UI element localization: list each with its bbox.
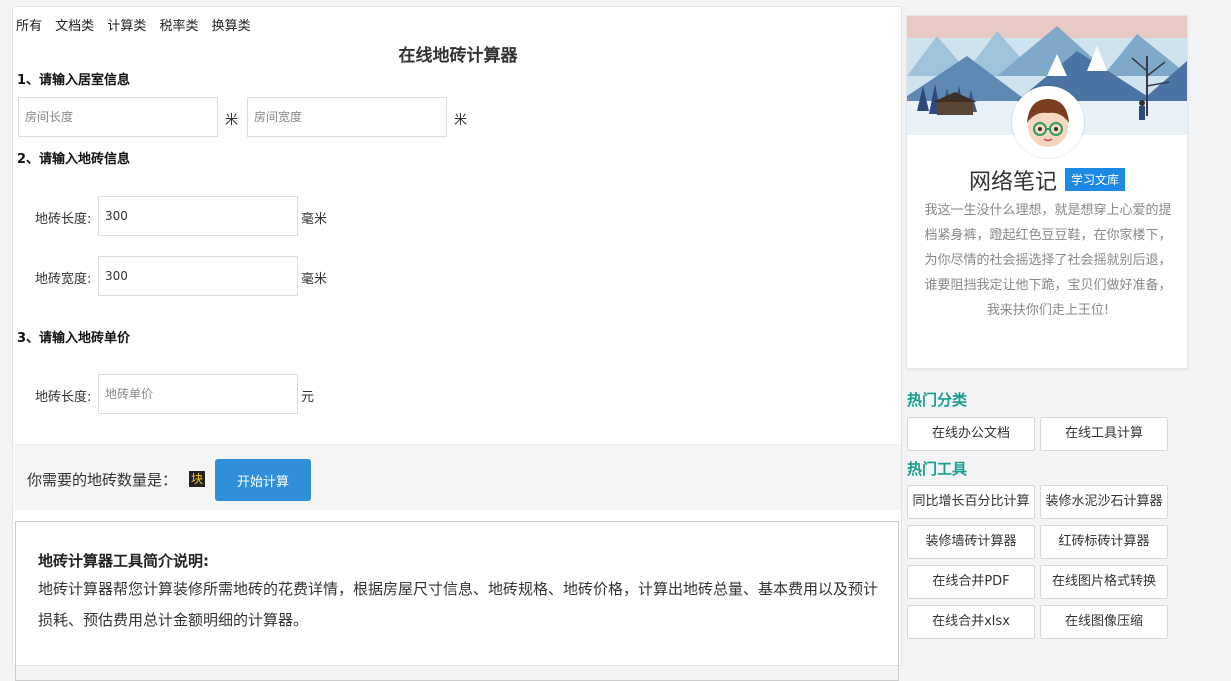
nav-item-tax[interactable]: 税率类 bbox=[159, 19, 198, 34]
tile-length-input[interactable] bbox=[98, 196, 298, 236]
section1-heading: 1、请输入居室信息 bbox=[17, 73, 131, 88]
intro-heading: 地砖计算器工具简介说明: bbox=[38, 552, 209, 570]
section2-heading: 2、请输入地砖信息 bbox=[17, 152, 131, 167]
hot-tool-image-compress[interactable]: 在线图像压缩 bbox=[1040, 605, 1168, 639]
intro-box: 地砖计算器工具简介说明: 地砖计算器帮您计算装修所需地砖的花费详情，根据房屋尺寸… bbox=[15, 521, 899, 681]
main-panel: 所有 文档类 计算类 税率类 换算类 在线地砖计算器 1、请输入居室信息 米 米… bbox=[12, 6, 902, 681]
tile-width-input[interactable] bbox=[98, 256, 298, 296]
hot-category-office-docs[interactable]: 在线办公文档 bbox=[907, 417, 1035, 451]
room-width-unit: 米 bbox=[454, 113, 468, 128]
result-text: 你需要的地砖数量是： bbox=[27, 471, 178, 489]
room-length-input[interactable] bbox=[18, 97, 218, 137]
nav-item-document[interactable]: 文档类 bbox=[55, 19, 94, 34]
tile-length-label: 地砖长度: bbox=[35, 212, 92, 227]
hot-category-tool-calc[interactable]: 在线工具计算 bbox=[1040, 417, 1168, 451]
room-width-input[interactable] bbox=[247, 97, 447, 137]
hot-tool-yoy-percent[interactable]: 同比增长百分比计算 bbox=[907, 485, 1035, 519]
nav-item-convert[interactable]: 换算类 bbox=[212, 19, 251, 34]
hot-tool-merge-xlsx[interactable]: 在线合并xlsx bbox=[907, 605, 1035, 639]
hot-categories-heading: 热门分类 bbox=[907, 391, 968, 409]
hot-tool-wall-tile[interactable]: 装修墙砖计算器 bbox=[907, 525, 1035, 559]
result-badge: 块 bbox=[189, 471, 206, 487]
nav-item-calculate[interactable]: 计算类 bbox=[107, 19, 146, 34]
page-title: 在线地砖计算器 bbox=[398, 46, 518, 66]
hot-tool-red-brick[interactable]: 红砖标砖计算器 bbox=[1040, 525, 1168, 559]
site-name: 网络笔记 bbox=[969, 170, 1058, 195]
room-length-unit: 米 bbox=[225, 113, 239, 128]
hot-tool-merge-pdf[interactable]: 在线合并PDF bbox=[907, 565, 1035, 599]
start-calculate-button[interactable]: 开始计算 bbox=[215, 459, 311, 501]
hot-tool-image-convert[interactable]: 在线图片格式转换 bbox=[1040, 565, 1168, 599]
result-bar: 你需要的地砖数量是： 块 开始计算 bbox=[15, 444, 901, 510]
avatar bbox=[1012, 86, 1084, 158]
tile-price-label: 地砖长度: bbox=[35, 390, 92, 405]
tile-width-unit: 毫米 bbox=[301, 272, 328, 287]
tile-length-unit: 毫米 bbox=[301, 212, 328, 227]
section3-heading: 3、请输入地砖单价 bbox=[17, 331, 131, 346]
site-tag-badge[interactable]: 学习文库 bbox=[1065, 168, 1126, 191]
site-motto: 我这一生没什么理想，就是想穿上心爱的提档紧身裤，蹬起红色豆豆鞋，在你家楼下，为你… bbox=[924, 203, 1172, 318]
tile-width-label: 地砖宽度: bbox=[35, 272, 92, 287]
intro-body: 地砖计算器帮您计算装修所需地砖的花费详情，根据房屋尺寸信息、地砖规格、地砖价格，… bbox=[38, 580, 879, 629]
nav-item-all[interactable]: 所有 bbox=[16, 19, 42, 34]
hot-tools-heading: 热门工具 bbox=[907, 460, 968, 478]
profile-card: 网络笔记 学习文库 我这一生没什么理想，就是想穿上心爱的提档紧身裤，蹬起红色豆豆… bbox=[906, 15, 1188, 369]
category-nav: 所有 文档类 计算类 税率类 换算类 bbox=[16, 15, 260, 34]
hot-tool-cement-sand[interactable]: 装修水泥沙石计算器 bbox=[1040, 485, 1168, 519]
tile-price-input[interactable] bbox=[98, 374, 298, 414]
tile-price-unit: 元 bbox=[301, 390, 315, 405]
